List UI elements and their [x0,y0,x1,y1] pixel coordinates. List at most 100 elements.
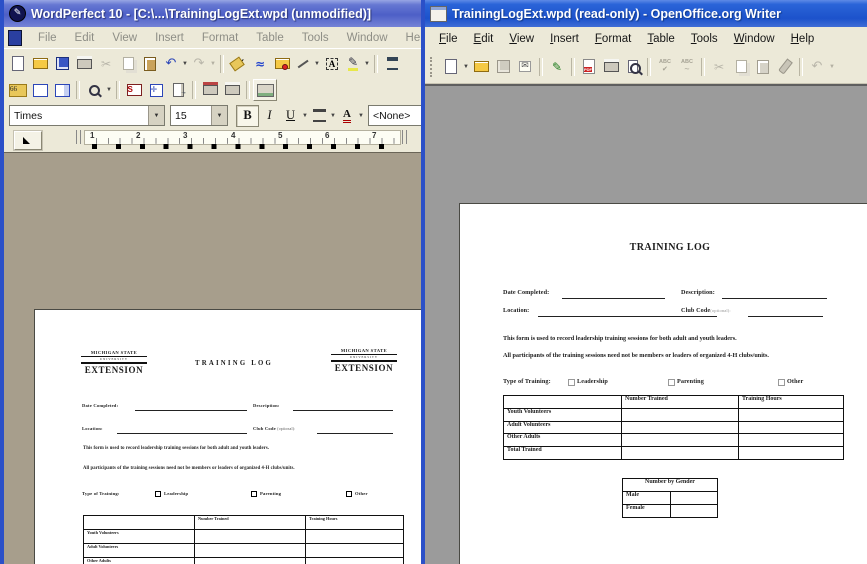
font-size-dropdown-icon[interactable]: ▼ [211,106,227,125]
copy-icon[interactable] [730,57,752,77]
other-checkbox[interactable] [346,491,352,497]
underline-button[interactable]: U [280,106,301,126]
format-paintbrush-icon[interactable] [774,57,796,77]
oo-menu-insert[interactable]: Insert [542,30,587,48]
spellcheck-icon[interactable]: ABC✔ [654,57,676,77]
bold-button[interactable]: B [236,105,259,127]
parenting-checkbox[interactable] [251,491,257,497]
italic-button[interactable]: I [259,106,280,126]
zoom-dropdown-icon[interactable]: ▼ [105,87,113,93]
wp-menu-format[interactable]: Format [194,30,246,46]
text-style-dropdown-icon[interactable]: ▼ [357,113,365,119]
undo-icon[interactable]: ↶ [161,54,181,74]
wp-page[interactable]: MICHIGAN STATE UNIVERSITY EXTENSION TRAI… [34,309,424,564]
font-face-combo[interactable]: Times ▼ [9,105,165,126]
wp-menu-window[interactable]: Window [339,30,396,46]
two-page-view-icon[interactable] [51,80,73,100]
text-style-icon[interactable]: A [337,106,357,126]
wp-titlebar[interactable]: ✎ WordPerfect 10 - [C:\...\TrainingLogEx… [4,0,434,27]
undo-dropdown-icon[interactable]: ▼ [181,61,189,67]
export-pdf-icon[interactable]: PDF [578,57,600,77]
highlight-icon[interactable]: ✎ [343,54,363,74]
zoom-icon[interactable] [83,80,105,100]
undo-icon[interactable]: ↶ [806,57,828,77]
oo-titlebar[interactable]: TrainingLogExt.wpd (read-only) - OpenOff… [425,0,867,27]
justification-icon[interactable] [309,106,329,126]
exit-door-icon[interactable]: → [167,80,189,100]
description-line [722,297,827,299]
oo-menu-window[interactable]: Window [726,30,783,48]
print-icon[interactable] [73,54,95,74]
spell-book-icon[interactable]: S [123,80,145,100]
tab-stop-markers[interactable] [92,144,392,149]
new-document-icon[interactable] [7,54,29,74]
cut-icon[interactable]: ✂ [95,54,117,74]
numbered-list-icon[interactable] [381,54,403,74]
printer-icon[interactable] [221,80,243,100]
redo-dropdown-icon[interactable]: ▼ [209,61,217,67]
ruler-grip-left[interactable] [76,130,81,144]
new-document-icon[interactable] [440,57,462,77]
wp-menu-file[interactable]: File [30,30,65,46]
oo-menu-edit[interactable]: Edit [466,30,502,48]
font-face-dropdown-icon[interactable]: ▼ [148,106,164,125]
wp-menu-edit[interactable]: Edit [67,30,103,46]
fax-icon[interactable] [253,79,277,101]
oo-window-title: TrainingLogExt.wpd (read-only) - OpenOff… [452,7,781,21]
paste-icon[interactable] [752,57,774,77]
fit-page-icon[interactable]: ✛ [145,80,167,100]
highlight-dropdown-icon[interactable]: ▼ [363,61,371,67]
wp-menu-insert[interactable]: Insert [147,30,192,46]
parenting-checkbox[interactable] [668,379,675,386]
quickformat-icon[interactable]: ✔ [227,54,249,74]
oo-menu-help[interactable]: Help [783,30,823,48]
oo-menu-file[interactable]: File [431,30,466,48]
wp-menu-tools[interactable]: Tools [294,30,337,46]
wp-menu-view[interactable]: View [104,30,145,46]
redo-icon[interactable]: ↷ [189,54,209,74]
justification-dropdown-icon[interactable]: ▼ [329,113,337,119]
leadership-checkbox[interactable] [568,379,575,386]
graphics-icon[interactable] [271,54,293,74]
edit-file-icon[interactable]: ✎ [546,57,568,77]
email-icon[interactable]: ✉ [514,57,536,77]
line-dropdown-icon[interactable]: ▼ [313,61,321,67]
date-completed-label: Date Completed: [82,403,118,408]
leadership-checkbox[interactable] [155,491,161,497]
open-icon[interactable] [470,57,492,77]
tab-set-button[interactable] [14,131,42,150]
oo-menu-tools[interactable]: Tools [683,30,726,48]
quickwords-icon[interactable]: 66 [7,80,29,100]
autospellcheck-icon[interactable]: ABC∼ [676,57,698,77]
cut-icon[interactable]: ✂ [708,57,730,77]
copy-icon[interactable] [117,54,139,74]
save-icon[interactable] [51,54,73,74]
undo-dropdown-icon[interactable]: ▼ [828,64,836,70]
wp-menu-table[interactable]: Table [248,30,292,46]
line-icon[interactable] [293,54,313,74]
oo-menu-view[interactable]: View [501,30,542,48]
draw-scribble-icon[interactable]: ≈ [249,54,271,74]
open-icon[interactable] [29,54,51,74]
oo-document-area[interactable]: TRAINING LOG Date Completed: Description… [425,84,867,564]
page-preview-icon[interactable] [622,57,644,77]
ruler-strip[interactable]: 1 2 3 4 5 6 7 [84,130,401,145]
ruler-grip-right[interactable] [402,130,407,144]
page-view-icon[interactable] [29,80,51,100]
textbox-icon[interactable]: A [321,54,343,74]
save-icon[interactable] [492,57,514,77]
toolbar-grip[interactable] [430,57,436,77]
print-history-icon[interactable] [199,80,221,100]
wp-document-area[interactable]: MICHIGAN STATE UNIVERSITY EXTENSION TRAI… [4,152,434,564]
wp-menubar: File Edit View Insert Format Table Tools… [4,27,434,48]
new-dropdown-icon[interactable]: ▼ [462,64,470,70]
underline-dropdown-icon[interactable]: ▼ [301,113,309,119]
other-checkbox[interactable] [778,379,785,386]
font-size-combo[interactable]: 15 ▼ [170,105,228,126]
oo-page[interactable]: TRAINING LOG Date Completed: Description… [459,203,867,564]
print-icon[interactable] [600,57,622,77]
paste-icon[interactable] [139,54,161,74]
oo-menu-format[interactable]: Format [587,30,639,48]
document-icon[interactable] [8,30,22,46]
oo-menu-table[interactable]: Table [639,30,683,48]
